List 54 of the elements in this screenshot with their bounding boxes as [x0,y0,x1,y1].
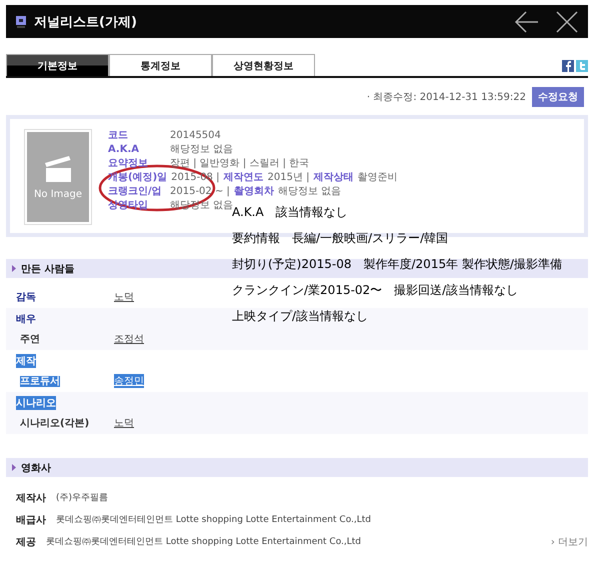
last-modified-text: · 최종수정: 2014-12-31 13:59:22 [366,91,526,104]
person-link[interactable]: 노덕 [114,290,134,304]
role-group-title: 배우 [16,313,37,326]
info-label: 요약정보 [108,157,149,170]
info-value: 20145504 [170,130,221,140]
no-image-text: No Image [34,188,82,200]
close-icon[interactable] [556,10,578,32]
company-name: (주)우주필름 [56,492,108,504]
section-title: 만든 사람들 [21,262,74,276]
role-label: 주연 [19,333,40,346]
company-label: 제작사 [16,492,46,504]
info-label: 코드 [108,129,129,142]
annotation-text: クランクイン/業2015-02〜 撮影回送/該当情報なし [232,282,520,298]
info-value: 해당정보 없음 [170,143,234,156]
company-label: 제공 [16,536,36,548]
chevron-icon [12,265,16,272]
annotation-text: 封切り(予定)2015-08 製作年度/2015年 製作状態/撮影準備 [232,256,562,272]
role-label: 프로듀서 [19,375,60,388]
role-label: 시나리오(각본) [19,417,90,430]
person-link[interactable]: 노덕 [114,416,134,430]
company-label: 배급사 [16,514,46,526]
annotation-text: 要約情報 長編/一般映画/スリラー/韓国 [232,230,450,246]
company-name: 롯데쇼핑㈜롯데엔터테인먼트 Lotte shopping Lotte Entertainment Co.,Ltd [46,536,362,548]
info-value: 장편 | 일반영화 | 스릴러 | 한국 [170,157,310,170]
role-group-title: 감독 [16,291,37,304]
chevron-icon [12,464,16,471]
annotation-text: 上映タイプ/該当情報なし [232,308,370,324]
person-link[interactable]: 조정석 [114,332,144,346]
facebook-icon[interactable] [562,60,574,72]
info-label: 제작연도 [223,171,264,184]
section-title: 영화사 [21,462,51,474]
role-group-title: 시나리오 [16,396,56,410]
tab[interactable]: 상영현황정보 [212,54,315,76]
info-label: 크랭크인/업 [108,185,163,198]
info-label: 제작상태 [313,171,354,184]
company-name: 롯데쇼핑㈜롯데엔터테인먼트 Lotte shopping Lotte Entertainment Co.,Ltd [56,514,372,526]
more-link[interactable]: › 더보기 [550,534,588,548]
info-label: 촬영회차 [234,185,274,198]
tab[interactable]: 통계정보 [109,54,212,76]
person-link[interactable]: 송정민 [114,374,144,388]
info-value: 해당정보 없음 [278,185,342,198]
edit-request-button[interactable]: 수정요청 [532,87,584,107]
info-value: 촬영준비 [357,171,398,184]
info-value: 2015년 | [267,171,310,184]
window-icon [16,14,26,28]
info-label: 개봉(예정)일 [108,171,168,184]
annotation-text: A.K.A 該当情報なし [232,205,349,220]
info-value: 2015-02 ~ | [170,186,230,196]
info-label: A.K.A [108,144,140,154]
clapperboard-icon [43,154,73,182]
tab[interactable]: 기본정보 [6,54,109,76]
window-title: 저널리스트(가제) [34,14,138,30]
back-arrow-icon[interactable] [514,10,540,32]
role-group-title: 제작 [16,354,36,368]
